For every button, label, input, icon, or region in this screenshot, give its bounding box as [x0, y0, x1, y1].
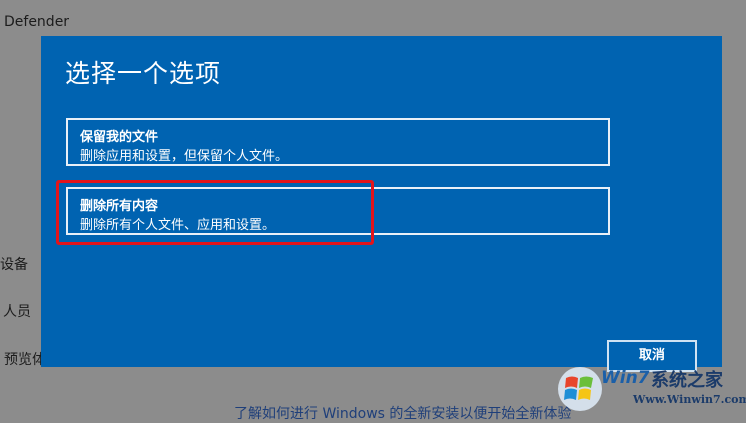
reset-pc-dialog: 选择一个选项 保留我的文件 删除应用和设置，但保留个人文件。 删除所有内容 删除…: [41, 36, 722, 372]
watermark-brand-cn: 系统之家: [651, 370, 723, 391]
watermark-url: Www.Winwin7.com: [633, 393, 746, 406]
watermark: Win7 系统之家 Www.Winwin7.com: [553, 362, 746, 417]
option-keep-files-title: 保留我的文件: [80, 130, 159, 145]
people-label[interactable]: 人员: [3, 301, 31, 321]
highlight-box: [56, 180, 374, 245]
preview-label[interactable]: 预览体: [4, 349, 46, 369]
option-keep-files[interactable]: 保留我的文件 删除应用和设置，但保留个人文件。: [66, 118, 610, 166]
dialog-title: 选择一个选项: [65, 59, 222, 88]
windows-flag-icon: [558, 367, 602, 411]
option-keep-files-desc: 删除应用和设置，但保留个人文件。: [80, 149, 289, 164]
watermark-brand-latin: Win7: [601, 368, 650, 388]
defender-label: Defender: [4, 14, 70, 30]
clean-install-link[interactable]: 了解如何进行 Windows 的全新安装以便开始全新体验: [234, 403, 571, 423]
devices-label[interactable]: 设备: [0, 254, 28, 274]
